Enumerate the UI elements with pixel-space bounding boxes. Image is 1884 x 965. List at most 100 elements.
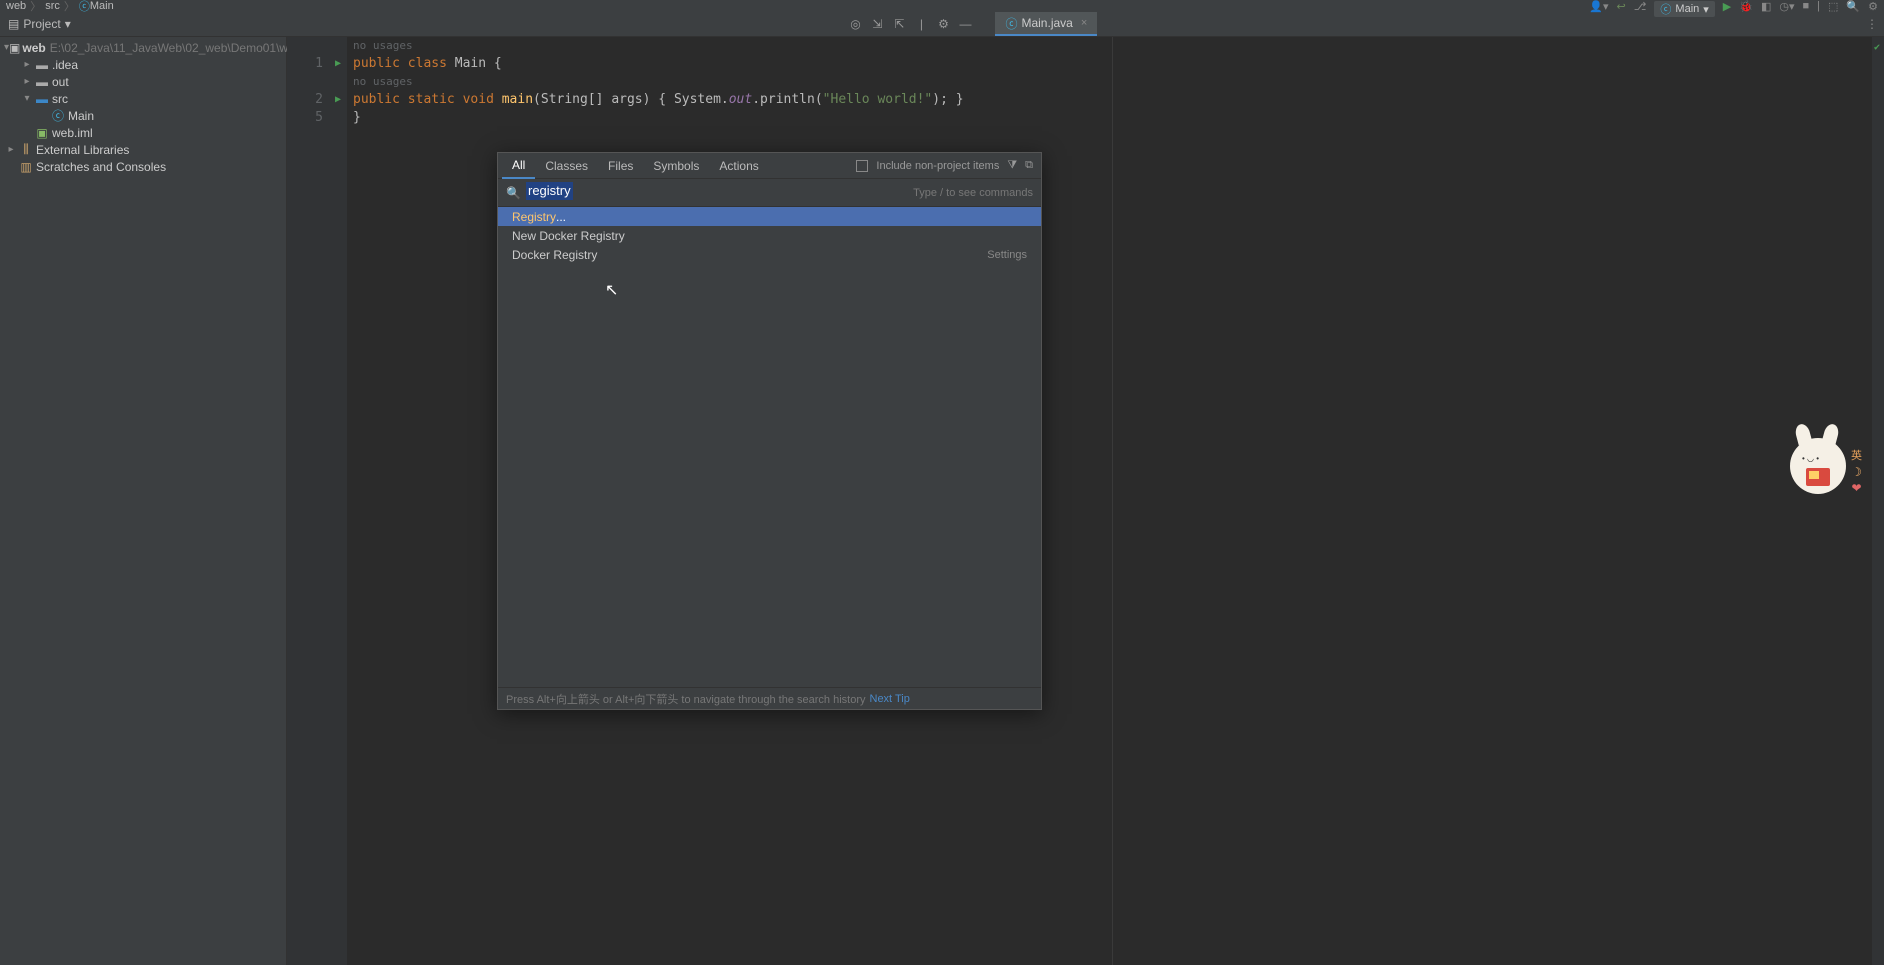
search-tabs: All Classes Files Symbols Actions Includ… bbox=[498, 153, 1041, 179]
chevron-right-icon[interactable]: ▸ bbox=[4, 144, 18, 155]
breadcrumb-item[interactable]: Main bbox=[90, 0, 114, 12]
class-icon: ⓒ bbox=[1005, 15, 1017, 32]
error-stripe[interactable]: ✔ bbox=[1872, 37, 1884, 965]
class-icon: ⓒ bbox=[50, 107, 66, 124]
brace: { bbox=[494, 56, 502, 71]
run-config-selector[interactable]: ⓒ Main ▾ bbox=[1654, 1, 1714, 17]
expand-icon[interactable]: ⇲ bbox=[869, 16, 885, 32]
pin-icon[interactable]: ⧉ bbox=[1025, 159, 1033, 172]
class-icon: ⓒ bbox=[1660, 1, 1671, 17]
search-tab-symbols[interactable]: Symbols bbox=[643, 153, 709, 179]
include-nonproject-label[interactable]: Include non-project items bbox=[876, 160, 999, 172]
close-icon[interactable]: × bbox=[1081, 17, 1087, 29]
result-label: New Docker Registry bbox=[512, 229, 625, 243]
vcs-icon[interactable]: ⎇ bbox=[1634, 0, 1647, 13]
footer-text: Press Alt+向上箭头 or Alt+向下箭头 to navigate t… bbox=[506, 691, 866, 707]
run-gutter-icon[interactable]: ▶ bbox=[329, 55, 347, 73]
search-query-selection: registry bbox=[526, 182, 573, 200]
search-result-row[interactable]: New Docker Registry bbox=[498, 226, 1041, 245]
search-icon: 🔍 bbox=[506, 186, 521, 200]
minimize-icon[interactable]: — bbox=[957, 16, 973, 32]
search-tab-files[interactable]: Files bbox=[598, 153, 643, 179]
ok-indicator-icon: ✔ bbox=[1874, 39, 1880, 57]
search-tab-actions[interactable]: Actions bbox=[709, 153, 768, 179]
result-context: Settings bbox=[987, 249, 1027, 261]
back-icon[interactable]: ↩ bbox=[1617, 0, 1626, 13]
chevron-right-icon[interactable]: ▸ bbox=[20, 59, 34, 70]
line-number[interactable]: 5 bbox=[287, 109, 323, 127]
folder-icon: ▬ bbox=[34, 75, 50, 89]
next-tip-link[interactable]: Next Tip bbox=[870, 693, 910, 705]
chevron-right-icon[interactable]: ▸ bbox=[20, 76, 34, 87]
breadcrumb-class-icon: ⓒ bbox=[79, 0, 90, 14]
breadcrumb-bar: web 〉 src 〉 ⓒ Main 👤▾ ↩ ⎇ ⓒ Main ▾ ▶ 🐞 ◧… bbox=[0, 0, 1884, 12]
project-view-selector[interactable]: ▤ Project ▾ bbox=[0, 17, 79, 31]
class-name: Main bbox=[455, 56, 486, 71]
breadcrumb-separator: 〉 bbox=[64, 0, 75, 14]
project-tree[interactable]: ▾ ▣ web E:\02_Java\11_JavaWeb\02_web\Dem… bbox=[0, 37, 287, 965]
call: .println( bbox=[752, 92, 822, 107]
tree-item-iml[interactable]: ▣ web.iml bbox=[0, 124, 286, 141]
breadcrumb-item[interactable]: src bbox=[45, 0, 60, 12]
tree-item-label: web bbox=[22, 41, 45, 55]
string-literal: "Hello world!" bbox=[823, 92, 933, 107]
search-tab-all[interactable]: All bbox=[502, 153, 535, 179]
search-result-row[interactable]: Docker Registry Settings bbox=[498, 245, 1041, 264]
tree-root[interactable]: ▾ ▣ web E:\02_Java\11_JavaWeb\02_web\Dem… bbox=[0, 39, 286, 56]
moon-icon: ☽ bbox=[1851, 464, 1862, 480]
search-results: Registry... New Docker Registry Docker R… bbox=[498, 207, 1041, 687]
gear-icon[interactable]: ⚙ bbox=[1868, 0, 1878, 13]
git-icon[interactable]: ⬚ bbox=[1828, 0, 1838, 13]
target-icon[interactable]: ◎ bbox=[847, 16, 863, 32]
signature: (String[] args) { bbox=[533, 92, 674, 107]
dropdown-icon: ▾ bbox=[65, 17, 71, 31]
usage-hint: no usages bbox=[353, 75, 413, 88]
scratch-icon: ▥ bbox=[18, 160, 34, 174]
mascot-decoration: • ◡ • 英 ☽ ❤ bbox=[1784, 420, 1854, 510]
run-gutter-icon[interactable]: ▶ bbox=[329, 91, 347, 109]
stop-icon[interactable]: ■ bbox=[1803, 0, 1810, 12]
search-input-row: 🔍 registry Type / to see commands bbox=[498, 179, 1041, 207]
search-input[interactable] bbox=[529, 185, 905, 200]
search-result-row[interactable]: Registry... bbox=[498, 207, 1041, 226]
user-icon[interactable]: 👤▾ bbox=[1589, 0, 1608, 13]
line-number[interactable]: 2 bbox=[287, 91, 323, 109]
search-everywhere-dialog[interactable]: All Classes Files Symbols Actions Includ… bbox=[497, 152, 1042, 710]
gutter-icons: ▶ ▶ bbox=[329, 37, 347, 965]
include-nonproject-checkbox[interactable] bbox=[856, 160, 868, 172]
search-tab-classes[interactable]: Classes bbox=[535, 153, 598, 179]
editor-tab[interactable]: ⓒ Main.java × bbox=[995, 12, 1097, 36]
more-icon[interactable]: ⋮ bbox=[1866, 17, 1878, 31]
right-margin-line bbox=[1112, 37, 1113, 965]
keyword: void bbox=[463, 92, 494, 107]
breadcrumb-item[interactable]: web bbox=[6, 0, 26, 12]
folder-icon: ▬ bbox=[34, 58, 50, 72]
tree-external-libraries[interactable]: ▸ ⫼ External Libraries bbox=[0, 141, 286, 158]
profile-icon[interactable]: ◷▾ bbox=[1779, 0, 1794, 13]
dropdown-icon: ▾ bbox=[1703, 3, 1709, 16]
chevron-down-icon[interactable]: ▾ bbox=[20, 93, 34, 104]
tree-item-label: src bbox=[52, 92, 68, 106]
tree-scratches[interactable]: ▥ Scratches and Consoles bbox=[0, 158, 286, 175]
gear-icon[interactable]: ⚙ bbox=[935, 16, 951, 32]
tree-item-src[interactable]: ▾ ▬ src bbox=[0, 90, 286, 107]
collapse-icon[interactable]: ⇱ bbox=[891, 16, 907, 32]
tree-item-idea[interactable]: ▸ ▬ .idea bbox=[0, 56, 286, 73]
source-folder-icon: ▬ bbox=[34, 92, 50, 106]
keyword: public bbox=[353, 92, 400, 107]
tree-item-out[interactable]: ▸ ▬ out bbox=[0, 73, 286, 90]
divider: | bbox=[1817, 0, 1820, 12]
result-match: Registry bbox=[512, 210, 556, 224]
coverage-icon[interactable]: ◧ bbox=[1761, 0, 1771, 13]
debug-icon[interactable]: 🐞 bbox=[1739, 0, 1753, 13]
filter-icon[interactable]: ⧩ bbox=[1007, 159, 1017, 172]
field: out bbox=[729, 92, 752, 107]
line-number[interactable]: 1 bbox=[287, 55, 323, 73]
tree-item-label: Main bbox=[68, 109, 94, 123]
rest: ); } bbox=[932, 92, 963, 107]
run-icon[interactable]: ▶ bbox=[1723, 0, 1731, 13]
tree-item-main-class[interactable]: ⓒ Main bbox=[0, 107, 286, 124]
brace: } bbox=[353, 110, 361, 125]
search-icon[interactable]: 🔍 bbox=[1846, 0, 1860, 13]
object: System. bbox=[674, 92, 729, 107]
